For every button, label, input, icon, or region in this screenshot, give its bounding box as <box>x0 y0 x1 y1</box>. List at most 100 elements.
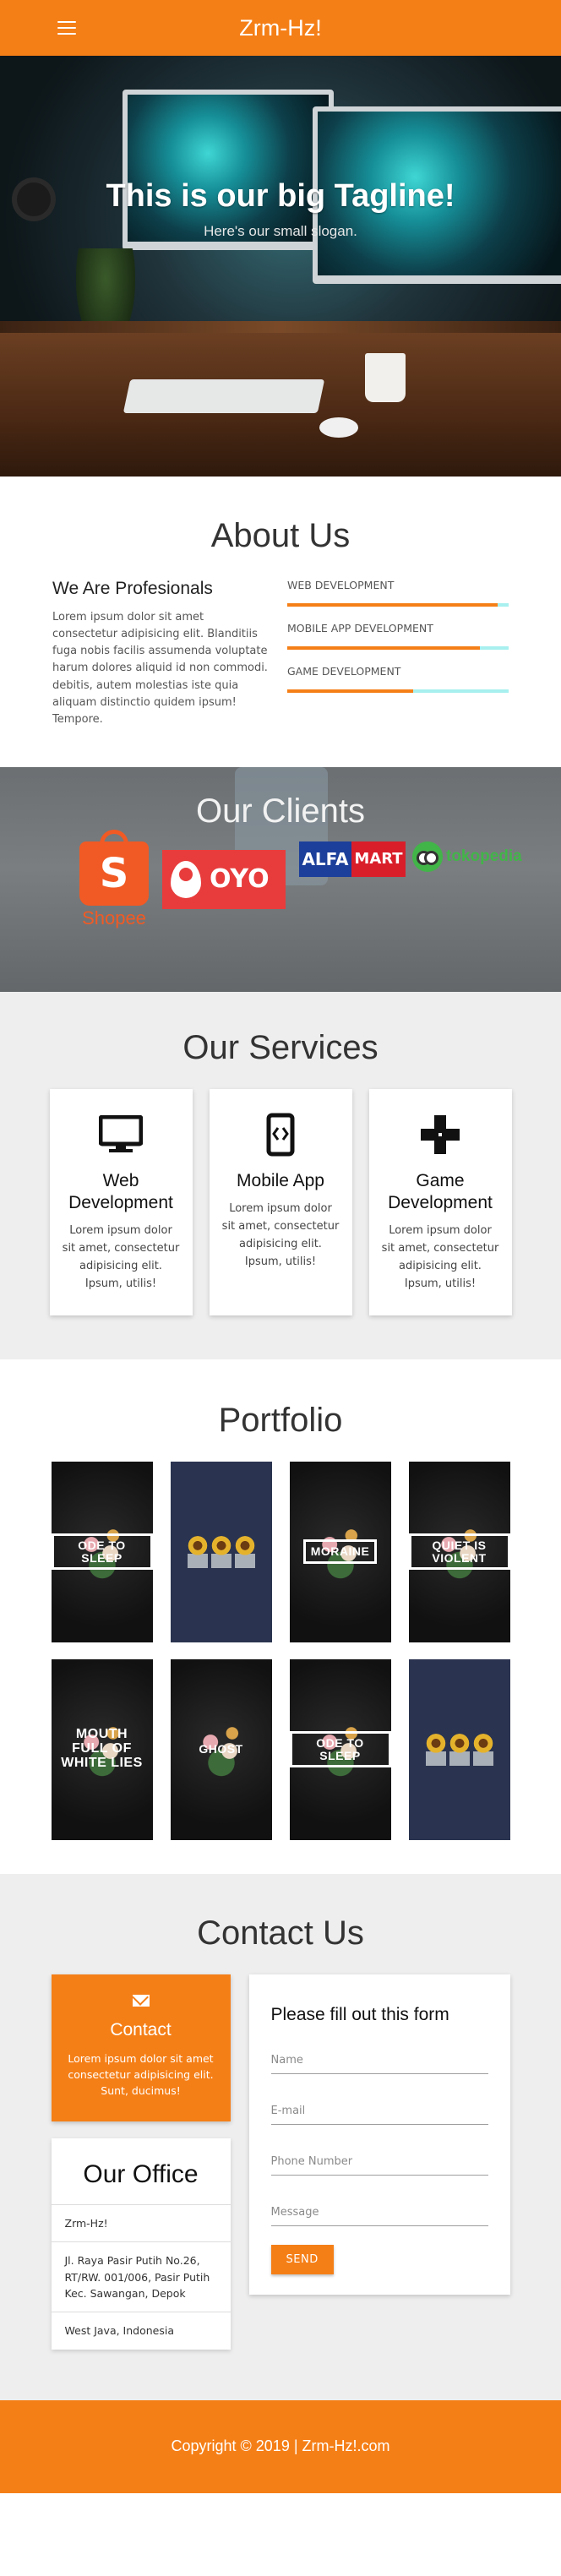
about-text-block: We Are Profesionals Lorem ipsum dolor si… <box>52 579 269 728</box>
portfolio-label: QUIET IS VIOLENT <box>408 1533 510 1571</box>
skill-progress-bar <box>287 689 509 693</box>
hero-banner: This is our big Tagline! Here's our smal… <box>0 56 561 477</box>
skill-label: GAME DEVELOPMENT <box>287 665 401 678</box>
portfolio-title: Portfolio <box>218 1401 343 1439</box>
hero-subtitle: Here's our small slogan. <box>204 223 357 239</box>
service-text: Lorem ipsum dolor sit amet, consectetur … <box>221 1202 340 1268</box>
contact-info-column: Contact Lorem ipsum dolor sit amet conse… <box>51 1974 231 2350</box>
client-logos: S Shopee OYO ALFA MART tokopedia <box>79 829 522 929</box>
skill-progress-bar <box>287 646 509 650</box>
portfolio-item[interactable] <box>408 1658 510 1840</box>
oyo-wordmark: OYO <box>210 864 270 895</box>
service-title: Game Development <box>388 1170 493 1213</box>
mail-icon <box>132 1994 150 2007</box>
oyo-pin-icon <box>171 860 201 898</box>
monitor-icon <box>62 1113 181 1157</box>
sunflower-image <box>187 1535 255 1568</box>
shopee-bag-icon: S <box>79 829 149 906</box>
portfolio-label: ODE TO SLEEP <box>51 1533 153 1571</box>
send-button[interactable]: SEND <box>270 2244 334 2274</box>
skill-label: WEB DEVELOPMENT <box>287 579 395 591</box>
footer: Copyright © 2019 | Zrm-Hz!.com <box>0 2399 561 2493</box>
shopee-mark: S <box>99 849 129 897</box>
name-input[interactable] <box>270 2053 488 2067</box>
portfolio-item[interactable]: GHOST <box>170 1658 272 1840</box>
office-list-item: Jl. Raya Pasir Putih No.26, RT/RW. 001/0… <box>51 2241 231 2312</box>
contact-card: Contact Lorem ipsum dolor sit amet conse… <box>51 1974 231 2121</box>
skill-progress-fill <box>287 689 414 693</box>
about-content: We Are Profesionals Lorem ipsum dolor si… <box>52 579 509 728</box>
skill-item: WEB DEVELOPMENT <box>287 579 509 607</box>
skill-item: MOBILE APP DEVELOPMENT <box>287 622 509 650</box>
keyboard-image <box>123 379 325 413</box>
alfamart-left: ALFA <box>299 841 351 877</box>
hamburger-menu-icon[interactable] <box>57 21 76 35</box>
services-section: Our Services Web Development Lorem ipsum… <box>0 991 561 1359</box>
office-title: Our Office <box>83 2159 199 2188</box>
contact-section: Contact Us Contact Lorem ipsum dolor sit… <box>0 1873 561 2400</box>
about-paragraph: Lorem ipsum dolor sit amet consectetur a… <box>52 611 268 726</box>
phone-input[interactable] <box>270 2154 488 2168</box>
message-field <box>270 2194 488 2226</box>
gamepad-icon <box>381 1113 500 1157</box>
portfolio-label: ODE TO SLEEP <box>289 1730 391 1768</box>
about-subheading: We Are Profesionals <box>52 579 213 598</box>
office-card: Our Office Zrm-Hz! Jl. Raya Pasir Putih … <box>51 2138 231 2350</box>
service-card-web[interactable]: Web Development Lorem ipsum dolor sit am… <box>49 1088 193 1315</box>
portfolio-item[interactable]: MOUTH FULL OF WHITE LIES <box>51 1658 153 1840</box>
about-title: About Us <box>210 517 351 554</box>
portfolio-section: Portfolio ODE TO SLEEP MORAINE QUIET IS … <box>0 1359 561 1874</box>
portfolio-grid: ODE TO SLEEP MORAINE QUIET IS VIOLENT MO… <box>51 1461 510 1840</box>
skill-progress-bar <box>287 603 509 607</box>
office-list-item: West Java, Indonesia <box>51 2312 231 2349</box>
shopee-wordmark: Shopee <box>82 907 146 929</box>
skills-list: WEB DEVELOPMENT MOBILE APP DEVELOPMENT G… <box>287 579 509 728</box>
portfolio-item[interactable]: MORAINE <box>289 1461 391 1642</box>
form-title: Please fill out this form <box>270 2004 449 2024</box>
portfolio-item[interactable]: ODE TO SLEEP <box>51 1461 153 1642</box>
clients-title: Our Clients <box>195 792 366 830</box>
skill-item: GAME DEVELOPMENT <box>287 665 509 693</box>
service-card-game[interactable]: Game Development Lorem ipsum dolor sit a… <box>368 1088 512 1315</box>
tokopedia-owl-icon <box>412 841 443 872</box>
tokopedia-logo[interactable]: tokopedia <box>412 841 522 872</box>
email-input[interactable] <box>270 2104 488 2117</box>
alfamart-logo[interactable]: ALFA MART <box>299 841 406 877</box>
service-title: Mobile App <box>237 1170 324 1190</box>
portfolio-item[interactable]: ODE TO SLEEP <box>289 1658 391 1840</box>
skill-label: MOBILE APP DEVELOPMENT <box>287 622 433 634</box>
navbar: Zrm-Hz! <box>0 0 561 56</box>
mobile-icon <box>221 1113 340 1157</box>
skill-progress-fill <box>287 603 498 607</box>
service-text: Lorem ipsum dolor sit amet, consectetur … <box>62 1224 180 1290</box>
brand-logo[interactable]: Zrm-Hz! <box>239 15 321 41</box>
copyright-text: Copyright © 2019 | Zrm-Hz!.com <box>171 2437 390 2455</box>
clients-section: Our Clients S Shopee OYO ALFA MART tokop… <box>0 766 561 992</box>
office-list-item: Zrm-Hz! <box>51 2203 231 2241</box>
contact-card-title: Contact <box>110 2019 172 2040</box>
skill-progress-fill <box>287 646 480 650</box>
service-card-mobile[interactable]: Mobile App Lorem ipsum dolor sit amet, c… <box>209 1088 352 1315</box>
mouse-image <box>319 417 358 438</box>
service-text: Lorem ipsum dolor sit amet, consectetur … <box>381 1224 499 1290</box>
oyo-logo[interactable]: OYO <box>162 849 286 909</box>
name-field <box>270 2042 488 2074</box>
service-cards: Web Development Lorem ipsum dolor sit am… <box>0 1088 561 1315</box>
hero-title: This is our big Tagline! <box>106 178 455 214</box>
alfamart-right: MART <box>351 841 406 877</box>
contact-form: Please fill out this form SEND <box>248 1974 510 2295</box>
contact-content: Contact Lorem ipsum dolor sit amet conse… <box>51 1974 510 2350</box>
portfolio-item[interactable]: QUIET IS VIOLENT <box>408 1461 510 1642</box>
portfolio-label: GHOST <box>199 1742 243 1756</box>
services-title: Our Services <box>182 1028 379 1066</box>
portfolio-item[interactable] <box>170 1461 272 1642</box>
portfolio-label: MOUTH FULL OF WHITE LIES <box>61 1727 143 1771</box>
office-list: Zrm-Hz! Jl. Raya Pasir Putih No.26, RT/R… <box>51 2203 231 2350</box>
shopee-logo[interactable]: S Shopee <box>79 829 149 929</box>
mug-image <box>365 353 406 402</box>
portfolio-label: MORAINE <box>302 1539 378 1565</box>
contact-card-text: Lorem ipsum dolor sit amet consectetur a… <box>68 2051 214 2098</box>
message-input[interactable] <box>270 2205 488 2219</box>
service-title: Web Development <box>68 1170 173 1213</box>
email-field <box>270 2093 488 2125</box>
